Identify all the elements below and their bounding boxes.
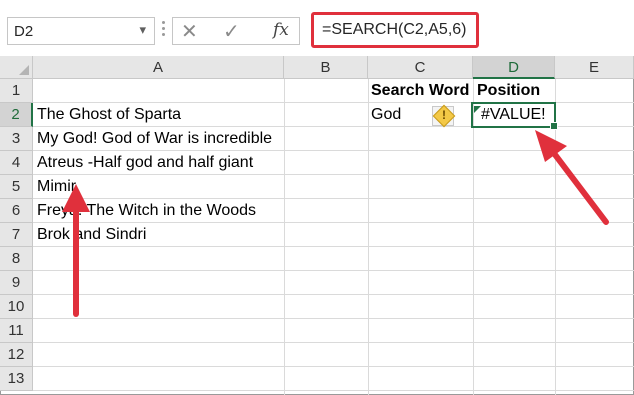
red-arrow-diagonal (535, 130, 609, 225)
red-arrow-up (62, 184, 90, 317)
annotation-overlay (62, 130, 609, 317)
